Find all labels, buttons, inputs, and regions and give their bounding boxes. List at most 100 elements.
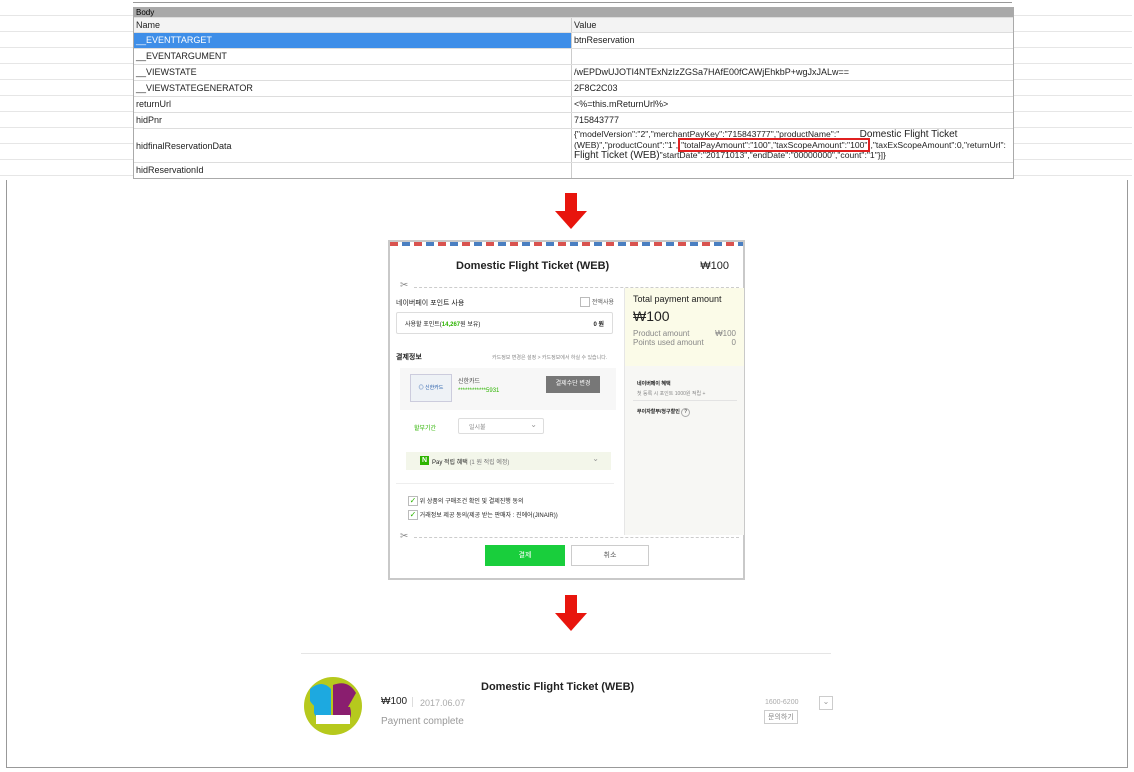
row-name: __VIEWSTATEGENERATOR	[134, 81, 572, 96]
points-input-value: 0 원	[593, 322, 604, 328]
table-title: Body	[134, 8, 1013, 17]
row-value: {"modelVersion":"2","merchantPayKey":"71…	[572, 129, 1013, 162]
product-price: ₩100	[700, 260, 729, 272]
table-row[interactable]: __EVENTARGUMENT	[134, 48, 1013, 64]
row-value: /wEPDwUJOTI4NTExNzIzZGSa7HAfE00fCAWjEhkb…	[574, 67, 849, 77]
total-payment-value: ₩100	[633, 308, 670, 324]
checkbox-checked-icon[interactable]: ✓	[408, 496, 418, 507]
total-payment-label: Total payment amount	[633, 294, 722, 304]
product-amount-value: ₩100	[715, 329, 736, 338]
divider	[396, 483, 614, 484]
request-body-table: Body Name Value __EVENTTARGET btnReserva…	[133, 7, 1014, 179]
free-installment-link[interactable]: 무이자할부/청구할인 ?	[637, 408, 691, 417]
points-available: 사용할 포인트(14,267원 보유)	[405, 319, 480, 328]
result-title: Domestic Flight Ticket (WEB)	[481, 681, 635, 693]
checkbox-checked-icon[interactable]: ✓	[408, 510, 418, 521]
divider	[301, 653, 831, 654]
row-name: hidPnr	[134, 113, 572, 128]
divider	[633, 400, 737, 401]
chevron-down-icon: ⌄	[592, 454, 599, 463]
npay-detail: (1 원 적립 예정)	[469, 460, 510, 466]
table-header: Name Value	[134, 17, 1013, 32]
pay-info-note: 카드정보 변경은 설정 > 카드정보에서 하실 수 있습니다.	[492, 355, 608, 361]
down-arrow-icon	[555, 595, 587, 633]
benefit-detail: 첫 등록 시 포인트 1000원 적립 +	[637, 391, 706, 397]
row-value	[572, 49, 1013, 64]
scissors-icon: ✂	[400, 531, 409, 542]
checkbox-icon[interactable]	[580, 297, 591, 308]
name-column-header[interactable]: Name	[134, 18, 572, 32]
agree-info-row[interactable]: ✓ 거래정보 제공 동의(제공 받는 판매자 : 진에어(JINAIR))	[408, 510, 558, 521]
result-date: 2017.06.07	[420, 698, 466, 708]
points-used-label: Points used amount	[633, 338, 704, 347]
dashed-divider	[414, 537, 739, 538]
row-value	[572, 163, 1013, 178]
agree-purchase-label: 위 상품의 구매조건 확인 및 결제진행 동의	[419, 499, 524, 505]
row-name: hidfinalReservationData	[134, 129, 572, 162]
inquiry-button[interactable]: 문의하기	[764, 710, 798, 724]
value-line-3: "startDate":"20171013","endDate":"000000…	[659, 150, 886, 160]
row-value: btnReservation	[574, 35, 635, 45]
chevron-down-icon: ⌄	[530, 420, 537, 429]
jinair-logo-icon	[304, 677, 362, 735]
row-name: __EVENTARGUMENT	[134, 49, 572, 64]
airmail-stripe	[390, 242, 743, 246]
benefit-title: 네이버페이 혜택	[637, 381, 671, 387]
points-value: 14,267	[441, 322, 461, 328]
row-value: <%=this.mReturnUrl%>	[574, 99, 669, 109]
card-image: ◎ 신한카드	[410, 374, 452, 402]
npay-label: Pay 적립 혜택	[432, 460, 468, 466]
free-installment-label: 무이자할부/청구할인	[637, 409, 680, 415]
card-number: ************5931	[458, 388, 500, 394]
points-used-value: 0	[731, 338, 736, 347]
right-grid-lines	[1012, 0, 1132, 180]
table-row[interactable]: returnUrl <%=this.mReturnUrl%>	[134, 96, 1013, 112]
product-amount-row: Product amount ₩100	[633, 329, 736, 338]
npay-logo-icon: N	[420, 456, 429, 465]
result-phone: 1600-6200	[765, 699, 799, 706]
card-name: 신한카드	[458, 379, 481, 385]
use-all-checkbox[interactable]: 전액사용	[580, 297, 614, 308]
installment-select[interactable]: 일시불 ⌄	[458, 418, 544, 434]
points-label: 사용할 포인트(	[405, 322, 442, 328]
npay-benefit-row[interactable]: N Pay 적립 혜택 (1 원 적립 예정) ⌄	[406, 452, 611, 470]
product-name-overlay-2: Flight Ticket (WEB)	[574, 150, 660, 161]
card-area: ◎ 신한카드 신한카드 ************5931 결제수단 변경	[400, 368, 616, 410]
installment-label: 할부기간	[414, 426, 437, 432]
pay-button[interactable]: 결제	[485, 545, 565, 566]
pay-info-title: 결제정보	[396, 354, 422, 361]
table-row[interactable]: __EVENTTARGET btnReservation	[134, 32, 1013, 48]
table-row[interactable]: __VIEWSTATEGENERATOR 2F8C2C03	[134, 80, 1013, 96]
payment-left-column: 네이버페이 포인트 사용 전액사용 사용할 포인트(14,267원 보유) 0 …	[392, 290, 624, 533]
chevron-down-icon[interactable]: ⌄	[819, 696, 833, 710]
help-icon[interactable]: ?	[681, 408, 691, 417]
agree-purchase-row[interactable]: ✓ 위 상품의 구매조건 확인 및 결제진행 동의	[408, 496, 524, 507]
value-column-header[interactable]: Value	[572, 18, 1013, 32]
table-row[interactable]: hidReservationId	[134, 162, 1013, 178]
table-row[interactable]: __VIEWSTATE /wEPDwUJOTI4NTExNzIzZGSa7HAf…	[134, 64, 1013, 80]
table-row[interactable]: hidPnr 715843777	[134, 112, 1013, 128]
row-name: __VIEWSTATE	[134, 65, 572, 80]
row-name: hidReservationId	[134, 163, 572, 178]
left-grid-lines	[0, 0, 133, 180]
product-amount-label: Product amount	[633, 329, 690, 338]
points-input-box[interactable]: 사용할 포인트(14,267원 보유) 0 원	[396, 312, 613, 334]
naver-pay-checkout-panel: Domestic Flight Ticket (WEB) ₩100 ✂ 네이버페…	[388, 240, 745, 580]
value-line-2a: (WEB)","productCount":"1",	[574, 140, 679, 150]
points-suffix: 원 보유)	[460, 322, 481, 328]
cancel-button[interactable]: 취소	[571, 545, 649, 566]
value-line-2b: ,"taxExScopeAmount":0,"returnUrl":	[870, 140, 1006, 150]
result-price: ₩100	[381, 696, 408, 707]
row-name: __EVENTTARGET	[134, 33, 572, 48]
change-payment-method-button[interactable]: 결제수단 변경	[546, 376, 600, 393]
result-status: Payment complete	[381, 716, 464, 727]
points-used-row: Points used amount 0	[633, 338, 736, 347]
separator	[412, 697, 413, 707]
points-section-title: 네이버페이 포인트 사용	[396, 300, 465, 307]
row-value: 2F8C2C03	[574, 83, 618, 93]
total-summary: Total payment amount ₩100 Product amount…	[625, 288, 744, 366]
use-all-label: 전액사용	[591, 300, 614, 306]
table-row[interactable]: hidfinalReservationData {"modelVersion":…	[134, 128, 1013, 162]
agree-info-label: 거래정보 제공 동의(제공 받는 판매자 : 진에어(JINAIR))	[419, 513, 558, 519]
product-title: Domestic Flight Ticket (WEB)	[456, 260, 610, 272]
